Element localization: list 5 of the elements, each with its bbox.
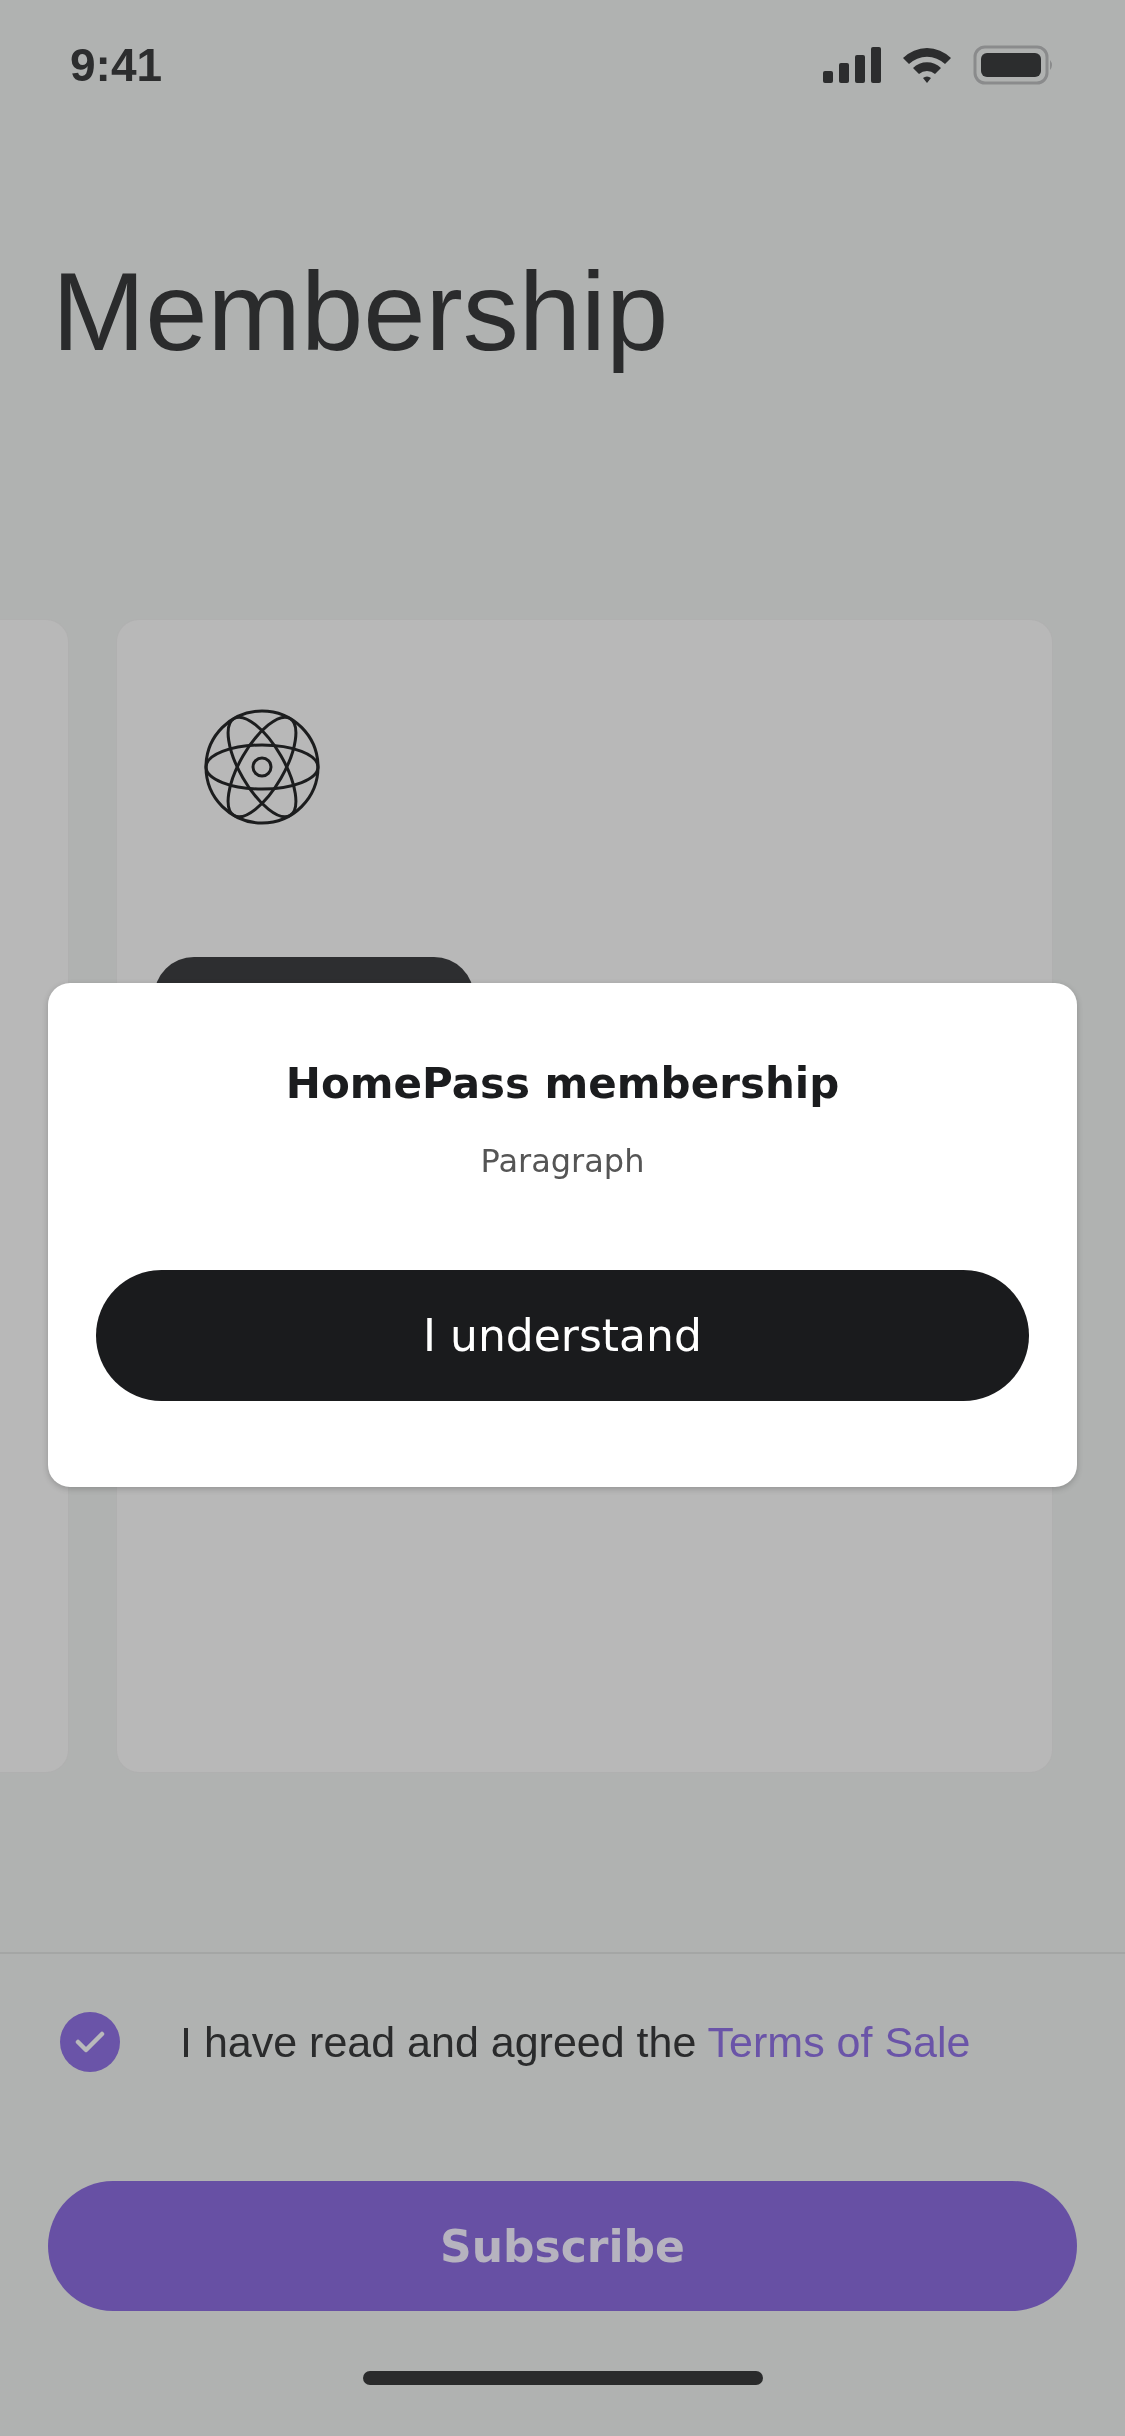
dialog-title: HomePass membership xyxy=(285,1059,840,1108)
status-time: 9:41 xyxy=(70,38,163,92)
page-title: Membership xyxy=(52,250,670,374)
dialog-text: Paragraph xyxy=(480,1142,645,1180)
agreement-text: I have read and agreed the Terms of Sale xyxy=(180,2017,971,2067)
